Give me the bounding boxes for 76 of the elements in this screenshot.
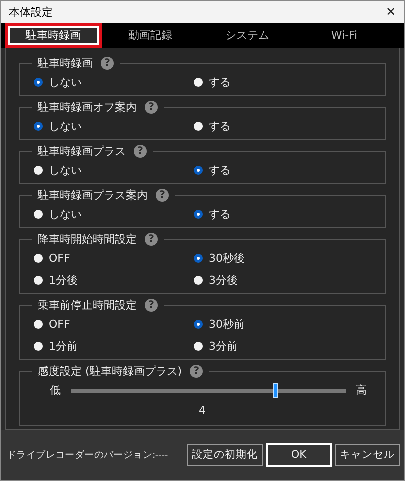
radio-option[interactable]: 3分後 [194,269,354,291]
radio-button[interactable] [194,342,203,350]
radio-button[interactable] [194,78,203,86]
help-icon[interactable]: ? [134,145,147,158]
radio-option[interactable]: しない [34,115,194,137]
radio-option[interactable]: する [194,159,354,181]
radio-option[interactable]: OFF [34,247,194,269]
option-label: しない [49,118,82,134]
option-label: 1分後 [49,272,78,288]
radio-button[interactable] [34,210,43,218]
close-button[interactable]: ✕ [386,5,396,19]
dialog-button[interactable]: 設定の初期化 [187,444,263,466]
tab[interactable]: システム [199,23,296,48]
slider-max-label: 高 [356,383,367,398]
tab[interactable]: 駐車時録画 [5,23,102,48]
option-label: しない [49,74,82,90]
help-icon[interactable]: ? [145,101,158,114]
option-label: する [209,74,231,90]
help-icon[interactable]: ? [101,57,114,70]
radio-option[interactable]: 30秒後 [194,247,354,269]
radio-option[interactable]: 30秒前 [194,313,354,335]
option-label: 1分前 [49,338,78,354]
slider-thumb[interactable] [272,383,278,398]
radio-button[interactable] [34,166,43,174]
group-title: 降車時開始時間設定 [38,232,137,247]
radio-option[interactable]: しない [34,203,194,225]
help-icon[interactable]: ? [145,299,158,312]
option-label: する [209,118,231,134]
slider-value: 4 [198,403,207,419]
option-label: 3分後 [209,272,238,288]
group-title: 感度設定 (駐車時録画プラス) [38,364,182,379]
help-icon[interactable]: ? [156,189,169,202]
tab[interactable]: 動画記録 [102,23,199,48]
group-title: 駐車時録画プラス [38,144,126,159]
radio-button[interactable] [34,342,43,350]
radio-option[interactable]: 3分前 [194,335,354,357]
option-label: しない [49,162,82,178]
radio-button[interactable] [34,122,43,130]
radio-option[interactable]: する [194,203,354,225]
option-label: しない [49,206,82,222]
radio-option[interactable]: する [194,115,354,137]
radio-button[interactable] [34,320,43,328]
dialog-button[interactable]: OK [267,444,331,466]
option-label: する [209,206,231,222]
radio-option[interactable]: しない [34,71,194,93]
option-label: OFF [49,252,70,264]
radio-button[interactable] [34,276,43,284]
version-text: ドライブレコーダーのバージョン:---- [7,448,169,462]
radio-option[interactable]: OFF [34,313,194,335]
window-title: 本体設定 [9,4,53,20]
radio-button[interactable] [194,166,203,174]
option-label: する [209,162,231,178]
option-label: 3分前 [209,338,238,354]
help-icon[interactable]: ? [145,233,158,246]
group-title: 駐車時録画オフ案内 [38,100,137,115]
radio-button[interactable] [194,276,203,284]
group-title: 駐車時録画 [38,56,93,71]
option-label: 30秒前 [209,316,245,332]
tab[interactable]: Wi-Fi [296,23,393,48]
group-title: 乗車前停止時間設定 [38,298,137,313]
radio-button[interactable] [34,78,43,86]
radio-button[interactable] [194,320,203,328]
radio-option[interactable]: 1分後 [34,269,194,291]
radio-option[interactable]: する [194,71,354,93]
option-label: OFF [49,318,70,330]
radio-button[interactable] [194,254,203,262]
help-icon[interactable]: ? [190,365,204,378]
radio-option[interactable]: しない [34,159,194,181]
radio-option[interactable]: 1分前 [34,335,194,357]
slider-min-label: 低 [50,383,61,398]
dialog-button[interactable]: キャンセル [335,444,400,466]
radio-button[interactable] [194,210,203,218]
option-label: 30秒後 [209,250,245,266]
radio-button[interactable] [34,254,43,262]
group-title: 駐車時録画プラス案内 [38,188,148,203]
radio-button[interactable] [194,122,203,130]
